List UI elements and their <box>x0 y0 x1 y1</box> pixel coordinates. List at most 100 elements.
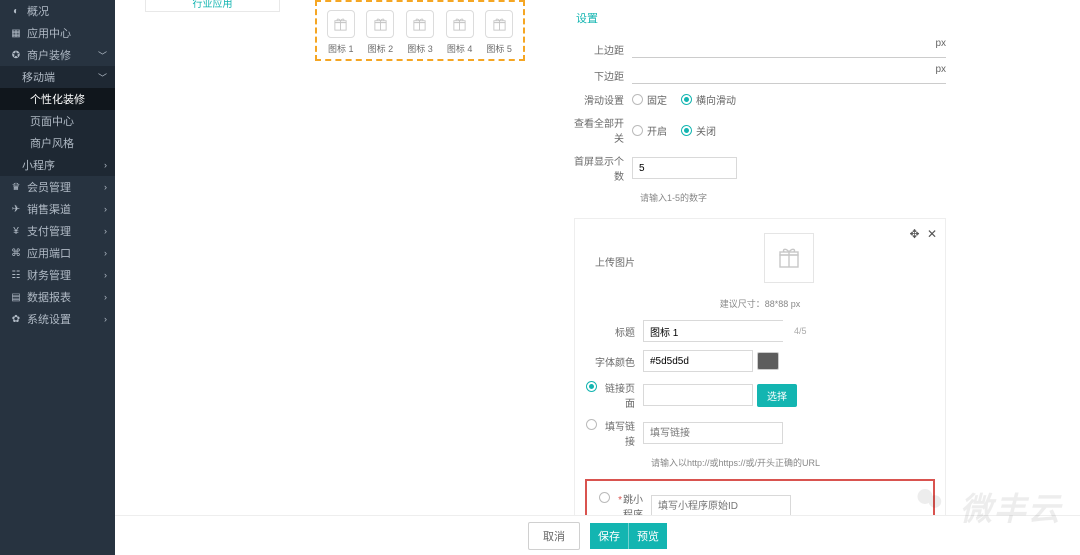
sidebar-item-label: 小程序 <box>22 157 55 173</box>
font-color-input[interactable] <box>643 350 753 372</box>
sidebar-item-page-center[interactable]: 页面中心 <box>0 110 115 132</box>
sidebar-item-label: 销售渠道 <box>27 201 71 217</box>
label-title: 标题 <box>585 324 643 339</box>
unit-label: px <box>935 38 946 49</box>
crown-icon: ♛ <box>10 182 22 193</box>
sidebar-item-mobile[interactable]: 移动端﹀ <box>0 66 115 88</box>
icon-slot-2[interactable]: 图标 2 <box>361 10 401 55</box>
radio-jump-miniprogram[interactable] <box>599 492 614 503</box>
row-view-all: 查看全部开关 开启 关闭 <box>574 115 946 145</box>
fill-link-input[interactable] <box>643 422 783 444</box>
chevron-right-icon: › <box>104 292 107 302</box>
label-margin-top: 上边距 <box>574 42 632 57</box>
hint-size: 建议尺寸：88*88 px <box>585 297 935 310</box>
sidebar-item-reports[interactable]: ▤数据报表› <box>0 286 115 308</box>
sidebar-item-custom-decoration[interactable]: 个性化装修 <box>0 88 115 110</box>
label-link-page: 链接页面 <box>585 380 643 410</box>
cancel-button[interactable]: 取消 <box>528 522 580 550</box>
sidebar-item-label: 会员管理 <box>27 179 71 195</box>
sidebar-item-settings[interactable]: ✿系统设置› <box>0 308 115 330</box>
save-button[interactable]: 保存 <box>590 523 628 549</box>
icon-slot-4[interactable]: 图标 4 <box>440 10 480 55</box>
gift-icon <box>406 10 434 38</box>
radio-link-page[interactable] <box>586 381 601 392</box>
gear-icon: ✿ <box>10 314 22 325</box>
sidebar-item-members[interactable]: ♛ 会员管理 › <box>0 176 115 198</box>
list-icon: ☷ <box>10 270 22 281</box>
sidebar-item-label: 财务管理 <box>27 267 71 283</box>
chevron-right-icon: › <box>104 182 107 192</box>
color-swatch[interactable] <box>757 352 779 370</box>
main-area: 行业应用 图标 1 图标 2 图标 3 图标 4 <box>115 0 1080 555</box>
circle-icon: ◐ <box>10 6 22 17</box>
radio-close[interactable]: 关闭 <box>681 123 716 138</box>
icon-label: 图标 5 <box>479 42 519 55</box>
sidebar-item-app-port[interactable]: ⌘应用端口› <box>0 242 115 264</box>
hint-first-count: 请输入1-5的数字 <box>640 191 946 204</box>
label-slide: 滑动设置 <box>574 92 632 107</box>
sidebar-item-label: 商户风格 <box>30 135 74 151</box>
radio-open[interactable]: 开启 <box>632 123 667 138</box>
label-margin-bottom: 下边距 <box>574 68 632 83</box>
tab-industry-apps[interactable]: 行业应用 <box>145 0 280 12</box>
sidebar-item-decoration[interactable]: ✪ 商户装修 ﹀ <box>0 44 115 66</box>
preview-button[interactable]: 预览 <box>628 523 667 549</box>
sidebar-item-label: 个性化装修 <box>30 91 85 107</box>
icon-preview-panel[interactable]: 图标 1 图标 2 图标 3 图标 4 图标 5 <box>315 0 525 61</box>
icon-slot-1[interactable]: 图标 1 <box>321 10 361 55</box>
icon-label: 图标 4 <box>440 42 480 55</box>
link-page-input[interactable] <box>643 384 753 406</box>
icon-slot-5[interactable]: 图标 5 <box>479 10 519 55</box>
settings-panel: 设置 上边距 px 下边距 px 滑动设置 固定 横向滑动 查看全部开关 开启 <box>560 0 960 520</box>
sidebar-item-miniprogram[interactable]: 小程序› <box>0 154 115 176</box>
first-count-input[interactable] <box>632 157 737 179</box>
margin-top-input[interactable] <box>632 40 946 58</box>
row-margin-top: 上边距 px <box>574 40 946 58</box>
hint-url: 请输入以http://或https://或/开头正确的URL <box>651 456 935 469</box>
icon-slot-3[interactable]: 图标 3 <box>400 10 440 55</box>
brush-icon: ✪ <box>10 50 22 61</box>
label-first-count: 首屏显示个数 <box>574 153 632 183</box>
radio-fixed[interactable]: 固定 <box>632 92 667 107</box>
row-first-count: 首屏显示个数 <box>574 153 946 183</box>
chevron-down-icon: ﹀ <box>98 49 107 62</box>
sidebar-item-sales[interactable]: ✈销售渠道› <box>0 198 115 220</box>
radio-horizontal-scroll[interactable]: 横向滑动 <box>681 92 736 107</box>
icon-config-card-1: ✥ ✕ 上传图片 建议尺寸：88*88 px 标题 4/5 <box>574 218 946 520</box>
sidebar-item-appcenter[interactable]: ▦ 应用中心 <box>0 22 115 44</box>
radio-fill-link[interactable] <box>586 419 601 430</box>
chevron-right-icon: › <box>104 270 107 280</box>
select-page-button[interactable]: 选择 <box>757 384 797 407</box>
label-fill-link: 填写链接 <box>585 418 643 448</box>
sidebar-item-payment[interactable]: ¥支付管理› <box>0 220 115 242</box>
sidebar-item-label: 应用中心 <box>27 25 71 41</box>
chevron-right-icon: › <box>104 248 107 258</box>
chevron-right-icon: › <box>104 204 107 214</box>
upload-image-button[interactable] <box>764 233 814 283</box>
gift-icon <box>485 10 513 38</box>
sidebar-item-label: 概况 <box>27 3 49 19</box>
sidebar-item-finance[interactable]: ☷ 财务管理 › <box>0 264 115 286</box>
sidebar-item-label: 支付管理 <box>27 223 71 239</box>
highlighted-section: *跳小程序 <box>585 479 935 520</box>
sidebar-item-overview[interactable]: ◐ 概况 <box>0 0 115 22</box>
radio-label: 横向滑动 <box>696 92 736 107</box>
char-counter: 4/5 <box>788 326 813 336</box>
label-viewall: 查看全部开关 <box>574 115 632 145</box>
gift-icon <box>446 10 474 38</box>
sidebar-item-label: 系统设置 <box>27 311 71 327</box>
sidebar-item-merchant-style[interactable]: 商户风格 <box>0 132 115 154</box>
sidebar-item-label: 商户装修 <box>27 47 71 63</box>
unit-label: px <box>935 64 946 75</box>
icon-label: 图标 1 <box>321 42 361 55</box>
icon-label: 图标 2 <box>361 42 401 55</box>
margin-bottom-input[interactable] <box>632 66 946 84</box>
grid-icon: ▦ <box>10 28 22 39</box>
chevron-right-icon: › <box>104 226 107 236</box>
sidebar: ◐ 概况 ▦ 应用中心 ✪ 商户装修 ﹀ 移动端﹀ 个性化装修 页面中心 商户风格 小程… <box>0 0 115 555</box>
miniprogram-id-input[interactable] <box>651 495 791 517</box>
label-font-color: 字体颜色 <box>585 354 643 369</box>
apps-icon: ⌘ <box>10 248 22 259</box>
title-input[interactable] <box>644 321 788 341</box>
icon-label: 图标 3 <box>400 42 440 55</box>
